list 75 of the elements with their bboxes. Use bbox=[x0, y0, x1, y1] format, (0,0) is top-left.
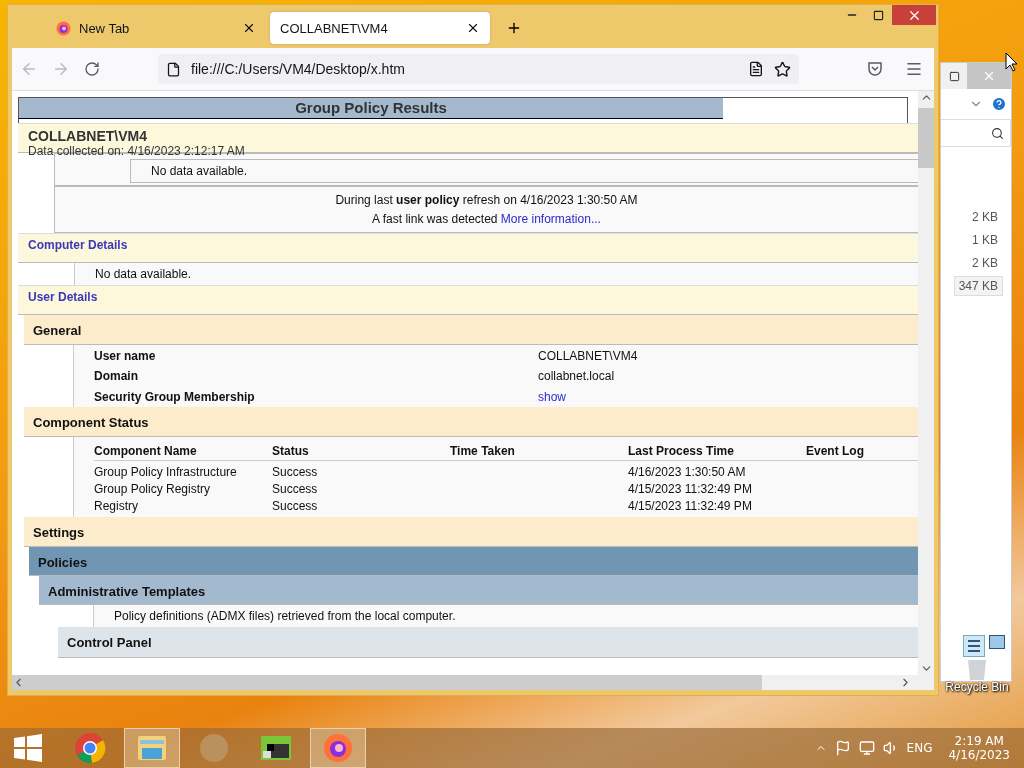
close-icon bbox=[982, 69, 996, 83]
details-view-icon[interactable] bbox=[963, 635, 985, 657]
file-icon bbox=[166, 61, 181, 77]
policies-header: Policies bbox=[29, 547, 918, 576]
section-header[interactable]: User Details bbox=[18, 285, 918, 315]
table-cell-text: 4/15/2023 11:32:49 PM bbox=[628, 481, 753, 496]
policy-definitions-note: Policy definitions (ADMX files) retrieved from the local computer. bbox=[93, 605, 918, 627]
horizontal-scrollbar[interactable] bbox=[12, 675, 934, 690]
column-header: Component Name bbox=[94, 443, 198, 458]
refresh-info: During last user policy refresh on 4/16/2023 1:30:50 AM bbox=[335, 193, 638, 207]
browser-tab[interactable]: New Tab bbox=[46, 12, 266, 44]
column-header: Time Taken bbox=[450, 443, 516, 458]
maximize-icon bbox=[948, 70, 960, 82]
field-value: collabnet.local bbox=[538, 369, 616, 386]
help-icon[interactable] bbox=[991, 96, 1007, 112]
more-information-link[interactable]: More information... bbox=[500, 212, 601, 226]
thumbnail-view-icon[interactable] bbox=[989, 635, 1005, 649]
network-icon[interactable] bbox=[858, 740, 875, 756]
recycle-bin-label: Recycle Bin bbox=[945, 680, 1009, 694]
table-cell-text: Success bbox=[272, 464, 319, 479]
bookmark-star-icon[interactable] bbox=[774, 60, 791, 78]
field-label: User name bbox=[94, 349, 157, 365]
administrative-templates-header: Administrative Templates bbox=[39, 576, 918, 605]
field-label: Domain bbox=[94, 369, 139, 386]
table-cell-text: Group Policy Infrastructure bbox=[94, 464, 238, 479]
field-label: Security Group Membership bbox=[94, 389, 256, 406]
browser-tab[interactable]: COLLABNET\VM4 bbox=[270, 12, 490, 44]
address-bar[interactable]: file:///C:/Users/VM4/Desktop/x.htm bbox=[158, 54, 799, 84]
field-value: COLLABNET\VM4 bbox=[538, 349, 639, 365]
maximize-icon bbox=[873, 9, 884, 21]
collected-date: Data collected on: 4/16/2023 2:12:17 AM bbox=[28, 144, 246, 158]
clock[interactable]: 2:19 AM 4/16/2023 bbox=[948, 734, 1010, 762]
file-size: 2 KB bbox=[971, 209, 999, 226]
settings-header: Settings bbox=[24, 517, 918, 547]
show-link[interactable]: show bbox=[538, 389, 918, 407]
table-cell-text: Success bbox=[272, 498, 319, 513]
file-size: 2 KB bbox=[971, 255, 999, 272]
table-cell-text: 4/16/2023 1:30:50 AM bbox=[628, 464, 747, 479]
close-tab-icon[interactable] bbox=[242, 21, 256, 35]
flag-icon[interactable] bbox=[834, 740, 851, 756]
menu-icon[interactable] bbox=[905, 60, 923, 78]
file-size: 347 KB bbox=[953, 276, 1003, 296]
report-title: Group Policy Results bbox=[19, 98, 723, 119]
pocket-icon[interactable] bbox=[867, 61, 883, 77]
reload-icon[interactable] bbox=[84, 61, 100, 77]
table-cell-text: 4/15/2023 11:32:49 PM bbox=[628, 498, 753, 513]
search-field[interactable] bbox=[941, 119, 1011, 147]
circle-icon bbox=[199, 733, 229, 763]
no-data-box: No data available. bbox=[130, 159, 918, 183]
windows-logo-icon bbox=[14, 734, 42, 762]
column-header: Last Process Time bbox=[628, 443, 735, 458]
close-tab-icon[interactable] bbox=[466, 21, 480, 35]
folder-icon bbox=[136, 734, 168, 762]
scroll-thumb[interactable] bbox=[918, 108, 934, 168]
firefox-icon bbox=[323, 733, 353, 763]
chrome-icon bbox=[74, 732, 106, 764]
vertical-scrollbar[interactable] bbox=[918, 91, 934, 675]
column-header: Event Log bbox=[806, 443, 865, 458]
column-header: Status bbox=[272, 443, 310, 458]
general-header: General bbox=[24, 315, 918, 345]
table-cell-text: Registry bbox=[94, 498, 139, 513]
section-header[interactable]: Computer Details bbox=[18, 233, 918, 263]
terminal-icon bbox=[261, 736, 291, 760]
no-data-text: No data available. bbox=[74, 263, 918, 285]
computer-name: COLLABNET\VM4 bbox=[28, 128, 148, 144]
table-cell-text: Group Policy Registry bbox=[94, 481, 212, 496]
component-status-header: Component Status bbox=[24, 407, 918, 437]
firefox-icon bbox=[56, 20, 71, 36]
reader-view-icon[interactable] bbox=[748, 61, 764, 77]
search-icon bbox=[991, 126, 1004, 140]
new-tab-icon[interactable] bbox=[506, 20, 522, 36]
control-panel-header: Control Panel bbox=[58, 627, 918, 658]
table-cell-text: Success bbox=[272, 481, 319, 496]
file-size: 1 KB bbox=[971, 232, 999, 249]
fast-link-info: A fast link was detected More information... bbox=[372, 212, 601, 226]
